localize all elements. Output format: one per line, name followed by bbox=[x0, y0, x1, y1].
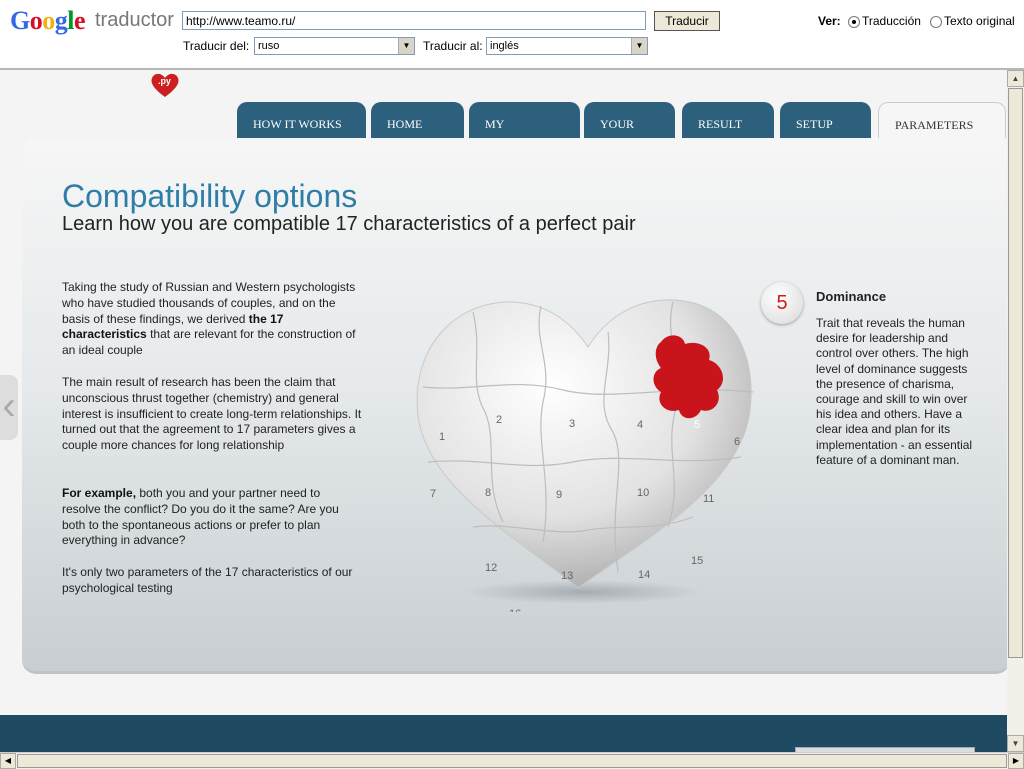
view-label: Ver: bbox=[818, 14, 841, 28]
result-paragraph: The main result of research has been the… bbox=[62, 375, 362, 453]
google-logo[interactable]: Google bbox=[10, 6, 86, 36]
to-language-label: Traducir al: bbox=[423, 39, 483, 53]
scroll-right-arrow-icon[interactable]: ▶ bbox=[1008, 753, 1024, 769]
intro-paragraph: Taking the study of Russian and Western … bbox=[62, 280, 356, 358]
puzzle-number: 5 bbox=[694, 419, 700, 431]
translate-button[interactable]: Traducir bbox=[654, 11, 720, 31]
puzzle-number: 9 bbox=[556, 489, 562, 501]
to-language-value: inglés bbox=[490, 40, 519, 52]
vertical-scroll-thumb[interactable] bbox=[1008, 88, 1023, 658]
puzzle-number: 3 bbox=[569, 418, 575, 430]
site-logo[interactable]: .ру bbox=[150, 72, 180, 98]
puzzle-number: 14 bbox=[638, 569, 650, 581]
puzzle-number: 15 bbox=[691, 555, 703, 567]
tab-your[interactable]: YOUR bbox=[584, 102, 675, 138]
view-original-option[interactable]: Texto original bbox=[930, 14, 1015, 28]
detail-title: Dominance bbox=[816, 289, 887, 304]
tab-my[interactable]: MY bbox=[469, 102, 580, 138]
translate-bar: Google traductor Traducir Traducir del: … bbox=[0, 0, 1024, 70]
puzzle-number: 1 bbox=[439, 431, 445, 443]
puzzle-number: 12 bbox=[485, 562, 497, 574]
product-name: traductor bbox=[95, 9, 174, 31]
tab-result[interactable]: RESULT bbox=[682, 102, 774, 138]
puzzle-number: 8 bbox=[485, 487, 491, 499]
puzzle-heart-image: 1 2 3 4 5 6 7 8 9 10 11 12 13 14 15 16 1… bbox=[416, 299, 754, 612]
tab-how-it-works[interactable]: HOW IT WORKS bbox=[237, 102, 366, 138]
vertical-scrollbar[interactable]: ▲ ▼ bbox=[1007, 70, 1024, 752]
tab-parameters[interactable]: PARAMETERS bbox=[878, 102, 1006, 138]
previous-arrow-icon[interactable]: ‹ bbox=[0, 375, 18, 440]
puzzle-number: 6 bbox=[734, 436, 740, 448]
view-original-label: Texto original bbox=[944, 14, 1015, 28]
page-subtitle: Learn how you are compatible 17 characte… bbox=[62, 213, 636, 235]
horizontal-scroll-thumb[interactable] bbox=[17, 754, 1007, 768]
chevron-down-icon: ▼ bbox=[631, 38, 647, 54]
puzzle-number: 7 bbox=[430, 488, 436, 500]
example-paragraph: For example, both you and your partner n… bbox=[62, 486, 339, 548]
site-logo-text: .ру bbox=[158, 76, 171, 86]
detail-description: Trait that reveals the human desire for … bbox=[816, 316, 973, 467]
scroll-up-arrow-icon[interactable]: ▲ bbox=[1007, 70, 1024, 87]
view-translation-label: Traducción bbox=[862, 14, 921, 28]
view-translation-option[interactable]: Traducción bbox=[848, 14, 921, 28]
tab-home[interactable]: HOME bbox=[371, 102, 464, 138]
page-title: Compatibility options bbox=[62, 178, 358, 214]
tab-setup[interactable]: SETUP bbox=[780, 102, 871, 138]
radio-icon[interactable] bbox=[930, 15, 942, 28]
puzzle-number: 4 bbox=[637, 419, 643, 431]
scroll-down-arrow-icon[interactable]: ▼ bbox=[1007, 735, 1024, 752]
puzzle-number: 13 bbox=[561, 570, 573, 582]
detail-number-badge: 5 bbox=[761, 282, 803, 324]
to-language-select[interactable]: inglés ▼ bbox=[486, 37, 648, 55]
puzzle-number: 2 bbox=[496, 414, 502, 426]
radio-selected-icon[interactable] bbox=[848, 15, 860, 28]
closing-paragraph: It's only two parameters of the 17 chara… bbox=[62, 565, 353, 595]
from-language-label: Traducir del: bbox=[183, 39, 250, 53]
puzzle-number: 11 bbox=[703, 493, 714, 505]
from-language-select[interactable]: ruso ▼ bbox=[254, 37, 415, 55]
scroll-left-arrow-icon[interactable]: ◀ bbox=[0, 753, 16, 769]
horizontal-scrollbar[interactable]: ◀ ▶ bbox=[0, 752, 1024, 769]
puzzle-number: 10 bbox=[637, 487, 649, 499]
url-input[interactable] bbox=[182, 11, 646, 30]
puzzle-number: 16 bbox=[509, 608, 521, 612]
chevron-down-icon: ▼ bbox=[398, 38, 414, 54]
page-content: .ру HOW IT WORKS HOME MY YOUR RESULT SET… bbox=[0, 70, 1007, 752]
from-language-value: ruso bbox=[258, 40, 280, 52]
